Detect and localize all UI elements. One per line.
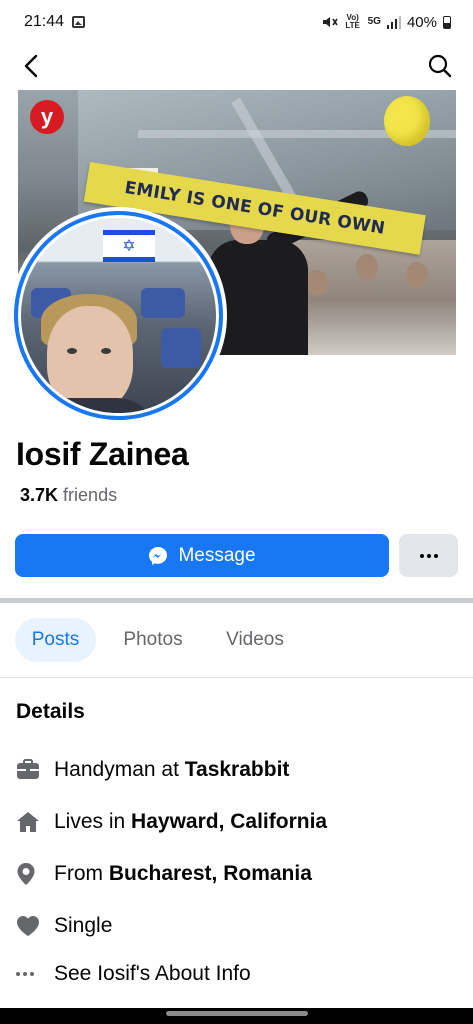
network-5g-indicator: 5G [367,16,381,27]
heart-icon [17,916,39,936]
detail-prefix: Lives in [54,810,132,833]
volte-indicator: Vo) LTE [345,13,360,30]
message-label: Message [178,544,256,566]
message-button[interactable]: Message [15,534,389,577]
back-button[interactable] [16,50,46,82]
mute-icon [322,17,338,27]
avatar-ring: ✡ [14,211,223,420]
battery-icon [443,15,451,29]
tab-label: Videos [226,629,284,650]
tab-label: Posts [31,629,80,650]
battery-percent: 40% [406,13,437,31]
location-pin-icon [17,863,35,885]
home-icon [17,812,39,832]
detail-relationship: Single [0,906,473,946]
detail-value[interactable]: Hayward, California [131,810,327,833]
details-title: Details [16,700,85,723]
gallery-notification-icon [72,16,86,28]
section-divider [0,598,473,603]
avatar-photo: ✡ [21,218,216,413]
detail-lives-in: Lives in Hayward, California [0,802,473,842]
profile-avatar[interactable]: ✡ [10,207,227,424]
detail-value[interactable]: Taskrabbit [185,758,290,781]
tab-photos[interactable]: Photos [108,618,198,662]
more-dots-icon [16,972,34,976]
detail-value[interactable]: Bucharest, Romania [109,862,312,885]
cover-balloon [384,96,430,146]
top-nav [0,44,473,90]
friends-number: 3.7K [20,485,59,505]
detail-work: Handyman at Taskrabbit [0,750,473,790]
avatar-face [47,306,133,410]
tab-label: Photos [123,629,183,650]
signal-icon [386,15,401,29]
status-bar: 21:44 Vo) LTE 5G 40% [0,0,473,44]
tabs-divider [0,677,473,678]
messenger-icon [149,546,168,565]
detail-prefix: Single [54,914,113,937]
search-button[interactable] [425,50,455,82]
see-about-info-link[interactable]: See Iosif's About Info [0,954,473,994]
back-arrow-icon [24,54,38,78]
detail-prefix: Handyman at [54,758,185,781]
about-info-label: See Iosif's About Info [54,962,251,985]
ynet-logo: y [30,100,64,134]
briefcase-icon [17,759,39,779]
tab-posts[interactable]: Posts [15,618,96,662]
israel-flag-icon: ✡ [103,230,155,262]
more-dots-icon [419,553,438,558]
detail-from: From Bucharest, Romania [0,854,473,894]
detail-prefix: From [54,862,109,885]
more-options-button[interactable] [399,534,458,577]
status-time: 21:44 [24,13,65,30]
friends-count[interactable]: 3.7K friends [20,485,117,506]
friends-label: friends [63,485,118,505]
home-gesture-handle[interactable] [166,1011,308,1016]
profile-name: Iosif Zainea [16,436,189,472]
search-icon [428,54,452,78]
tab-videos[interactable]: Videos [212,618,298,662]
